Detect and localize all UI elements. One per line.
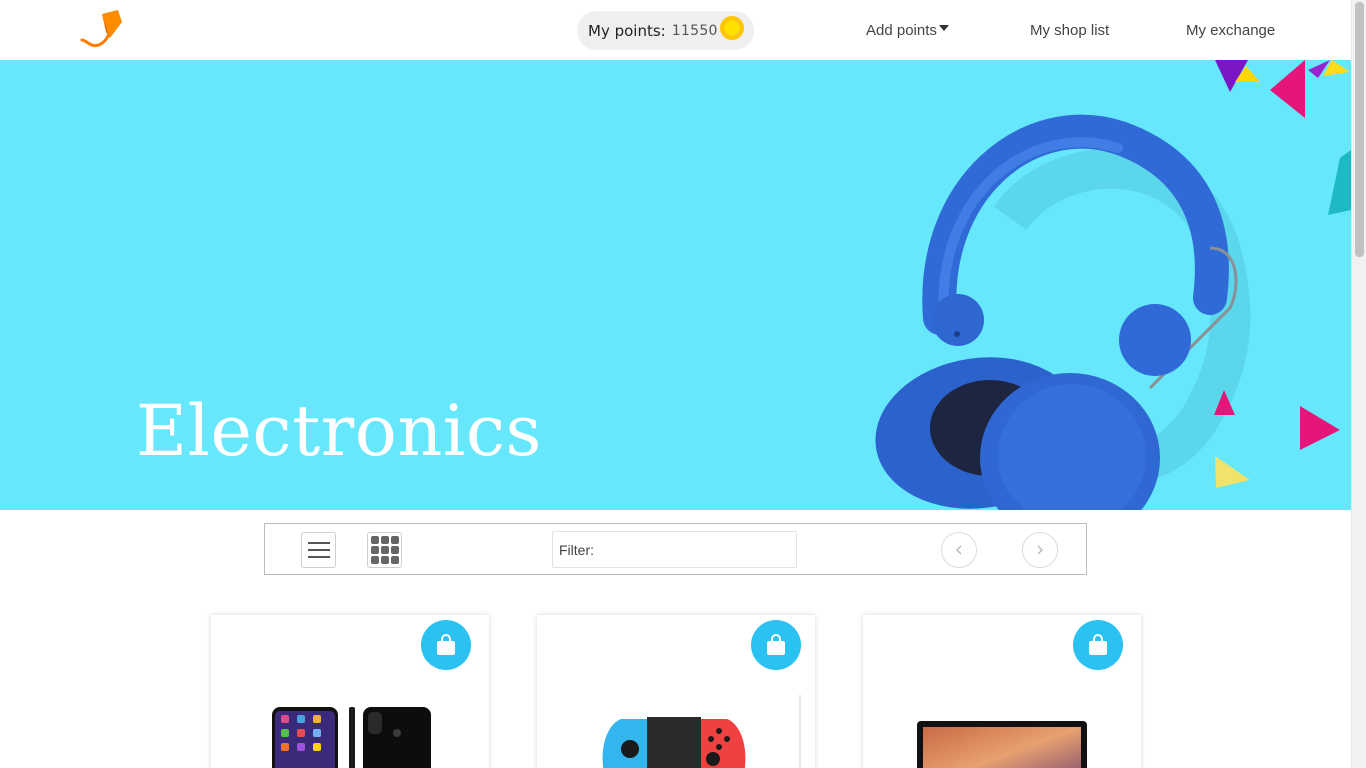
smartphone-image xyxy=(272,707,431,768)
laptop-image xyxy=(917,721,1087,768)
shopping-bag-icon xyxy=(437,634,455,655)
brand-logo-icon[interactable] xyxy=(80,10,124,50)
points-label: My points: xyxy=(588,21,666,40)
filter-input[interactable] xyxy=(598,534,796,565)
shopping-bag-icon xyxy=(767,634,785,655)
nav-add-points-label: Add points xyxy=(866,22,937,39)
add-to-bag-button[interactable] xyxy=(751,620,801,670)
page-scrollbar[interactable] xyxy=(1351,0,1366,768)
add-to-bag-button[interactable] xyxy=(1073,620,1123,670)
points-value: 11550 xyxy=(671,22,718,39)
scrollbar-thumb[interactable] xyxy=(1355,2,1364,257)
add-to-bag-button[interactable] xyxy=(421,620,471,670)
product-card[interactable] xyxy=(537,615,815,768)
coin-icon xyxy=(719,15,744,40)
confetti-decoration xyxy=(1214,60,1351,488)
nav-my-exchange[interactable]: My exchange xyxy=(1186,22,1275,39)
nav-add-points[interactable]: Add points xyxy=(866,22,949,39)
category-title: Electronics xyxy=(136,390,542,472)
top-header: My points: 11550 Add points My shop list… xyxy=(0,0,1351,60)
grid-view-icon xyxy=(370,536,399,564)
next-page-button[interactable] xyxy=(1022,532,1058,568)
filter-label: Filter: xyxy=(559,541,594,558)
nav-my-shop-list[interactable]: My shop list xyxy=(1030,22,1109,39)
list-view-button[interactable] xyxy=(301,532,336,568)
points-display: My points: 11550 xyxy=(577,11,754,50)
grid-view-button[interactable] xyxy=(367,532,402,568)
category-banner: Electronics xyxy=(0,60,1351,510)
list-view-icon xyxy=(307,542,330,558)
product-card[interactable] xyxy=(863,615,1141,768)
filter-field: Filter: xyxy=(552,531,797,568)
catalog-toolbar: Filter: xyxy=(264,523,1087,575)
previous-page-button[interactable] xyxy=(941,532,977,568)
chevron-right-icon xyxy=(1037,545,1043,555)
game-console-controller-image xyxy=(602,695,801,768)
shopping-bag-icon xyxy=(1089,634,1107,655)
chevron-left-icon xyxy=(956,545,962,555)
product-card[interactable] xyxy=(211,615,489,768)
caret-down-icon xyxy=(938,25,949,31)
